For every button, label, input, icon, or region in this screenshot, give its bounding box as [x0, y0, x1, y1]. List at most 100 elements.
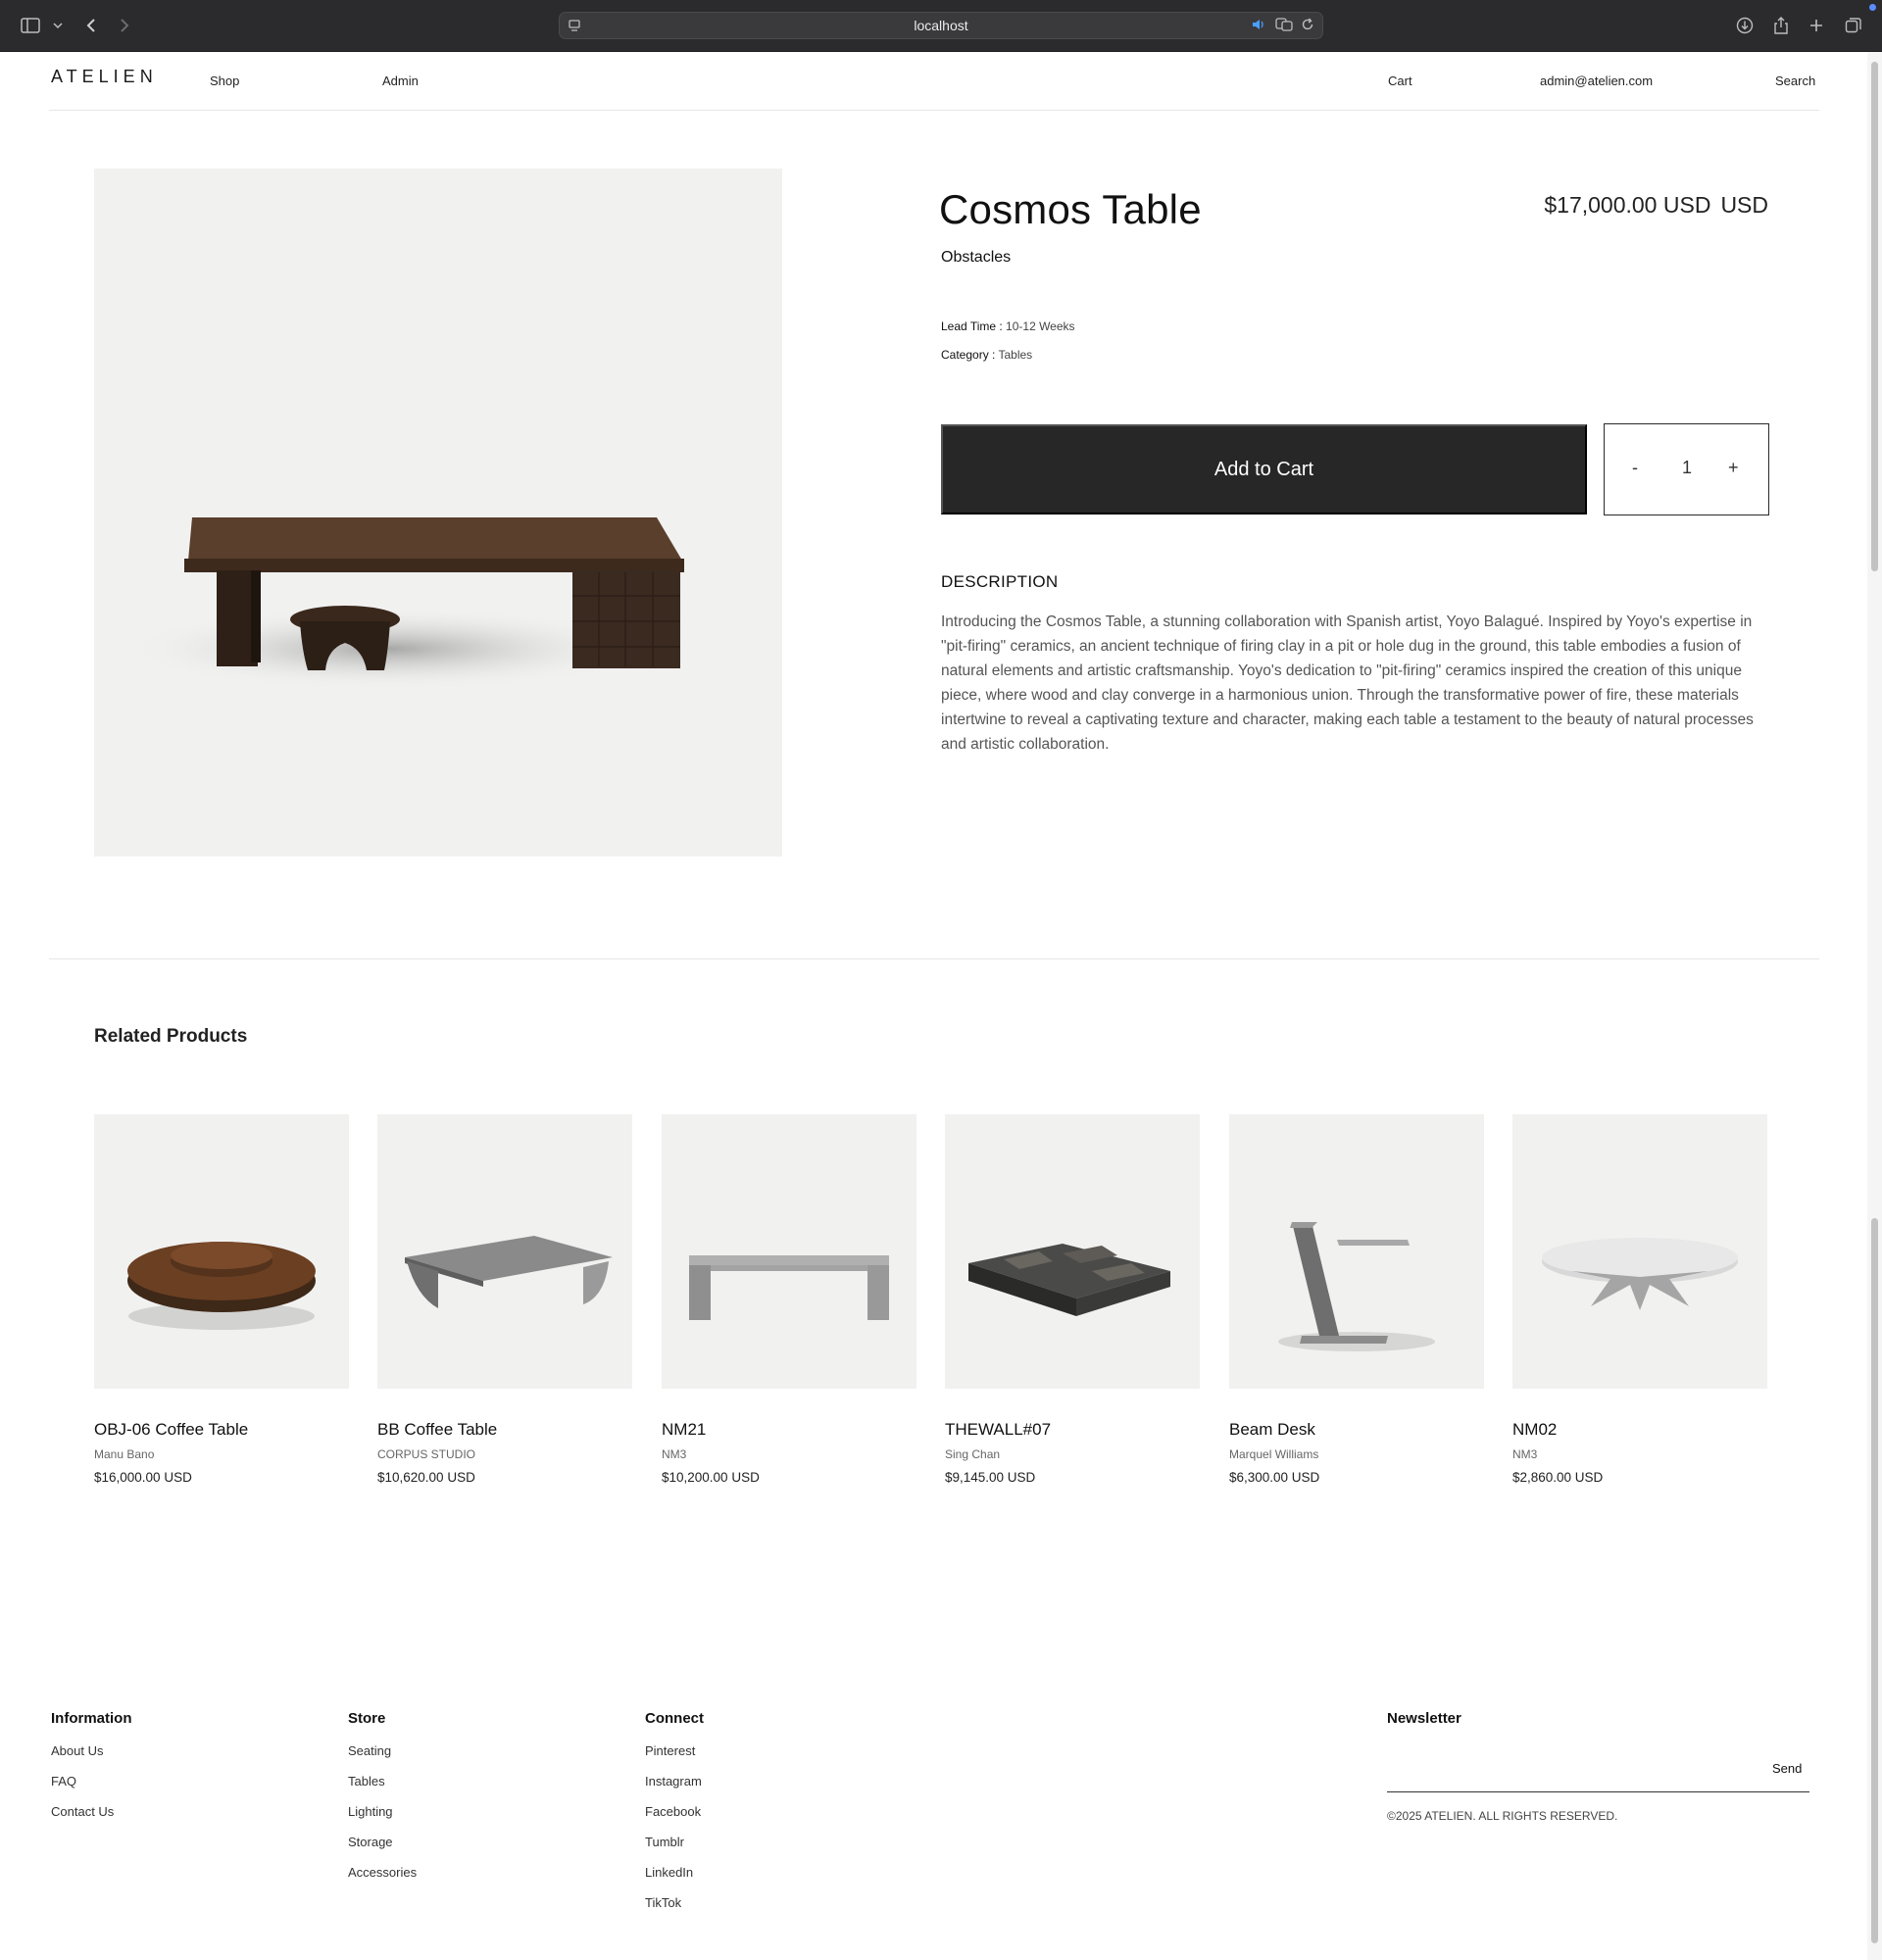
newsletter-email-input[interactable]	[1387, 1756, 1759, 1788]
product-card[interactable]: THEWALL#07 Sing Chan $9,145.00 USD	[945, 1114, 1200, 1485]
newsletter-input-underline	[1387, 1791, 1809, 1792]
nav-admin[interactable]: Admin	[382, 74, 419, 88]
newsletter-send-button[interactable]: Send	[1772, 1761, 1802, 1776]
product-card-name[interactable]: Beam Desk	[1229, 1420, 1484, 1440]
product-card-price: $16,000.00 USD	[94, 1470, 192, 1485]
translate-icon[interactable]	[1275, 18, 1293, 31]
product-card-name[interactable]: OBJ-06 Coffee Table	[94, 1420, 349, 1440]
product-card-image[interactable]	[662, 1114, 916, 1389]
footer-link-tables[interactable]: Tables	[348, 1773, 417, 1803]
chevron-down-icon[interactable]	[51, 12, 65, 39]
site-header: ATELIEN Shop Admin Cart admin@atelien.co…	[49, 52, 1819, 111]
quantity-stepper: - 1 +	[1604, 423, 1769, 515]
footer-link-lighting[interactable]: Lighting	[348, 1803, 417, 1834]
footer-link-about[interactable]: About Us	[51, 1742, 132, 1773]
product-card-name[interactable]: NM02	[1512, 1420, 1767, 1440]
quantity-increase-button[interactable]: +	[1728, 458, 1739, 478]
quantity-value[interactable]: 1	[1682, 458, 1692, 478]
nav-cart[interactable]: Cart	[1388, 74, 1412, 88]
nav-shop[interactable]: Shop	[210, 74, 239, 88]
share-icon[interactable]	[1772, 12, 1790, 39]
footer-link-facebook[interactable]: Facebook	[645, 1803, 704, 1834]
product-card-brand: Marquel Williams	[1229, 1447, 1319, 1461]
product-card-name[interactable]: NM21	[662, 1420, 916, 1440]
product-card-brand: CORPUS STUDIO	[377, 1447, 476, 1461]
product-card-brand: NM3	[1512, 1447, 1538, 1461]
product-card-price: $9,145.00 USD	[945, 1470, 1036, 1485]
product-card[interactable]: Beam Desk Marquel Williams $6,300.00 USD	[1229, 1114, 1484, 1485]
product-card[interactable]: NM21 NM3 $10,200.00 USD	[662, 1114, 916, 1485]
product-card-image[interactable]	[377, 1114, 632, 1389]
copyright: ©2025 ATELIEN. ALL RIGHTS RESERVED.	[1387, 1809, 1618, 1823]
footer-heading: Connect	[645, 1710, 704, 1727]
notification-dot	[1869, 4, 1876, 11]
product-card[interactable]: NM02 NM3 $2,860.00 USD	[1512, 1114, 1767, 1485]
site-logo[interactable]: ATELIEN	[51, 67, 158, 87]
browser-toolbar: localhost	[0, 0, 1882, 52]
product-card[interactable]: BB Coffee Table CORPUS STUDIO $10,620.00…	[377, 1114, 632, 1485]
footer-heading: Store	[348, 1710, 386, 1727]
product-card-name[interactable]: THEWALL#07	[945, 1420, 1200, 1440]
scrollbar-thumb-upper[interactable]	[1871, 62, 1878, 571]
page-scrollbar[interactable]	[1867, 52, 1882, 1960]
newsletter-heading: Newsletter	[1387, 1710, 1461, 1727]
product-card-brand: NM3	[662, 1447, 687, 1461]
product-card-name[interactable]: BB Coffee Table	[377, 1420, 632, 1440]
product-card[interactable]: OBJ-06 Coffee Table Manu Bano $16,000.00…	[94, 1114, 349, 1485]
reload-icon[interactable]	[1301, 18, 1314, 31]
back-icon[interactable]	[82, 12, 100, 39]
footer-link-accessories[interactable]: Accessories	[348, 1864, 417, 1894]
lead-time-value: 10-12 Weeks	[1006, 319, 1075, 333]
category-row: Category : Tables	[941, 348, 1032, 362]
description-heading: DESCRIPTION	[941, 572, 1059, 591]
product-price: $17,000.00 USD USD	[1544, 192, 1768, 219]
address-bar[interactable]: localhost	[559, 12, 1323, 39]
product-card-price: $6,300.00 USD	[1229, 1470, 1320, 1485]
section-divider	[49, 958, 1819, 959]
category-label: Category :	[941, 348, 996, 362]
footer-newsletter: Newsletter	[1387, 1710, 1461, 1742]
footer-link-pinterest[interactable]: Pinterest	[645, 1742, 704, 1773]
product-price-amount: $17,000.00 USD	[1544, 192, 1711, 218]
lead-time-row: Lead Time : 10-12 Weeks	[941, 319, 1075, 333]
category-value[interactable]: Tables	[998, 348, 1032, 362]
footer-link-faq[interactable]: FAQ	[51, 1773, 132, 1803]
lead-time-label: Lead Time :	[941, 319, 1003, 333]
quantity-decrease-button[interactable]: -	[1632, 458, 1638, 478]
footer-link-tiktok[interactable]: TikTok	[645, 1894, 704, 1925]
product-card-image[interactable]	[945, 1114, 1200, 1389]
sidebar-toggle-icon[interactable]	[20, 12, 41, 39]
description-text: Introducing the Cosmos Table, a stunning…	[941, 613, 1754, 753]
footer-link-seating[interactable]: Seating	[348, 1742, 417, 1773]
scrollbar-thumb-lower[interactable]	[1871, 1218, 1878, 1943]
new-tab-icon[interactable]	[1808, 12, 1825, 39]
footer-link-contact[interactable]: Contact Us	[51, 1803, 132, 1834]
product-card-brand: Sing Chan	[945, 1447, 1001, 1461]
product-card-image[interactable]	[1512, 1114, 1767, 1389]
footer-link-storage[interactable]: Storage	[348, 1834, 417, 1864]
nav-account[interactable]: admin@atelien.com	[1540, 74, 1653, 88]
tab-overview-icon[interactable]	[1845, 12, 1862, 39]
add-to-cart-button[interactable]: Add to Cart	[941, 424, 1587, 514]
product-card-brand: Manu Bano	[94, 1447, 155, 1461]
footer-link-linkedin[interactable]: LinkedIn	[645, 1864, 704, 1894]
url-text: localhost	[914, 18, 968, 33]
audio-icon[interactable]	[1252, 18, 1267, 31]
product-price-currency: USD	[1720, 192, 1768, 218]
footer-link-instagram[interactable]: Instagram	[645, 1773, 704, 1803]
product-card-price: $10,620.00 USD	[377, 1470, 475, 1485]
product-card-price: $2,860.00 USD	[1512, 1470, 1604, 1485]
product-card-image[interactable]	[1229, 1114, 1484, 1389]
footer-store: Store Seating Tables Lighting Storage Ac…	[348, 1710, 417, 1894]
product-title: Cosmos Table	[939, 186, 1202, 232]
footer-heading: Information	[51, 1710, 132, 1727]
product-image[interactable]	[94, 169, 782, 857]
forward-icon[interactable]	[116, 12, 133, 39]
downloads-icon[interactable]	[1735, 12, 1755, 39]
product-vendor[interactable]: Obstacles	[941, 249, 1011, 267]
nav-search[interactable]: Search	[1775, 74, 1815, 88]
footer-link-tumblr[interactable]: Tumblr	[645, 1834, 704, 1864]
footer-information: Information About Us FAQ Contact Us	[51, 1710, 132, 1834]
product-card-image[interactable]	[94, 1114, 349, 1389]
related-products-heading: Related Products	[94, 1026, 248, 1047]
